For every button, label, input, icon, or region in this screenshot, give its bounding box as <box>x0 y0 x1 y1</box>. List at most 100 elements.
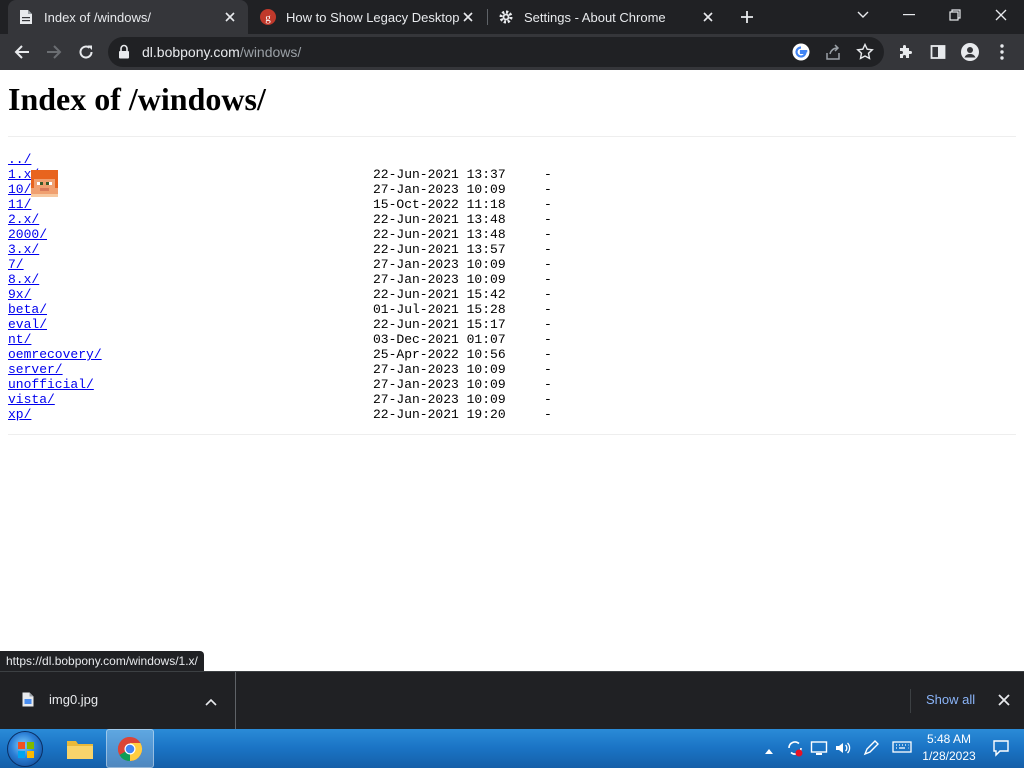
page-content: Index of /windows/ ../1.x/22-Jun-2021 13… <box>0 70 1024 671</box>
modified-date: 27-Jan-2023 10:09 <box>373 272 506 287</box>
share-icon[interactable] <box>824 43 842 66</box>
reload-icon[interactable] <box>72 38 100 66</box>
modified-date: 22-Jun-2021 13:37 <box>373 167 506 182</box>
modified-date: 03-Dec-2021 01:07 <box>373 332 506 347</box>
file-size: - <box>544 317 552 332</box>
url-host: dl.bobpony.com <box>142 44 240 60</box>
modified-date: 22-Jun-2021 13:48 <box>373 212 506 227</box>
modified-date: 27-Jan-2023 10:09 <box>373 362 506 377</box>
chrome-taskbar-button[interactable] <box>106 729 154 768</box>
windows-logo-icon <box>18 742 34 758</box>
tab-legacy-desktop-icons[interactable]: g How to Show Legacy Desktop Icons <box>250 0 486 34</box>
close-tab-icon[interactable] <box>460 9 476 25</box>
directory-link[interactable]: 7/ <box>8 257 24 272</box>
directory-link[interactable]: nt/ <box>8 332 31 347</box>
tab-search-chevron-icon[interactable] <box>840 0 886 30</box>
keyboard-icon[interactable] <box>892 739 912 760</box>
start-button[interactable] <box>7 731 43 767</box>
directory-link[interactable]: server/ <box>8 362 63 377</box>
extensions-puzzle-icon[interactable] <box>892 38 920 66</box>
tab-title: Index of /windows/ <box>44 9 151 25</box>
download-item[interactable]: img0.jpg <box>0 672 236 729</box>
directory-link[interactable]: unofficial/ <box>8 377 94 392</box>
shelf-separator <box>910 689 911 713</box>
modified-date: 22-Jun-2021 15:42 <box>373 287 506 302</box>
google-lens-icon[interactable] <box>792 43 810 66</box>
modified-date: 15-Oct-2022 11:18 <box>373 197 506 212</box>
browser-toolbar: dl.bobpony.com/windows/ <box>0 34 1024 70</box>
directory-link[interactable]: vista/ <box>8 392 55 407</box>
lock-icon[interactable] <box>118 44 130 64</box>
file-size: - <box>544 182 552 197</box>
volume-icon[interactable] <box>834 739 852 762</box>
download-shelf: img0.jpg Show all <box>0 671 1024 729</box>
chrome-icon <box>117 736 143 761</box>
image-file-icon <box>22 692 34 712</box>
taskbar-clock[interactable]: 5:48 AM 1/28/2023 <box>916 731 982 765</box>
file-size: - <box>544 257 552 272</box>
gear-icon <box>498 9 514 25</box>
page-icon <box>18 9 34 25</box>
show-hidden-icons-icon[interactable] <box>764 742 774 760</box>
notifications-icon[interactable] <box>992 739 1010 762</box>
directory-link[interactable]: 3.x/ <box>8 242 39 257</box>
url-text[interactable]: dl.bobpony.com/windows/ <box>142 44 301 60</box>
directory-link[interactable]: xp/ <box>8 407 31 422</box>
sync-icon[interactable] <box>786 739 804 762</box>
file-size: - <box>544 332 552 347</box>
show-all-downloads-link[interactable]: Show all <box>926 692 975 707</box>
minimize-icon[interactable] <box>886 0 932 30</box>
tab-title: Settings - About Chrome <box>524 9 666 25</box>
file-size: - <box>544 392 552 407</box>
svg-text:g: g <box>265 12 271 24</box>
clock-time: 5:48 AM <box>926 732 972 746</box>
back-arrow-icon[interactable] <box>8 38 36 66</box>
file-size: - <box>544 377 552 392</box>
directory-link[interactable]: 9x/ <box>8 287 31 302</box>
clock-date: 1/28/2023 <box>922 749 976 763</box>
chevron-up-icon[interactable] <box>205 693 217 711</box>
pen-icon[interactable] <box>862 739 880 762</box>
new-tab-button[interactable] <box>735 5 759 29</box>
directory-link[interactable]: 11/ <box>8 197 31 212</box>
directory-link[interactable]: oemrecovery/ <box>8 347 102 362</box>
bookmark-star-icon[interactable] <box>856 42 874 66</box>
file-size: - <box>544 362 552 377</box>
modified-date: 27-Jan-2023 10:09 <box>373 377 506 392</box>
close-shelf-icon[interactable] <box>998 693 1010 711</box>
forward-arrow-icon[interactable] <box>40 38 68 66</box>
side-panel-icon[interactable] <box>924 38 952 66</box>
directory-link[interactable]: beta/ <box>8 302 47 317</box>
close-window-icon[interactable] <box>978 0 1024 30</box>
file-size: - <box>544 242 552 257</box>
modified-date: 01-Jul-2021 15:28 <box>373 302 506 317</box>
modified-date: 27-Jan-2023 10:09 <box>373 392 506 407</box>
modified-date: 27-Jan-2023 10:09 <box>373 182 506 197</box>
windows-taskbar: 5:48 AM 1/28/2023 <box>0 729 1024 768</box>
modified-date: 22-Jun-2021 13:48 <box>373 227 506 242</box>
file-explorer-taskbar-button[interactable] <box>56 729 104 768</box>
file-size: - <box>544 227 552 242</box>
tab-index-of-windows[interactable]: Index of /windows/ <box>8 0 248 34</box>
close-tab-icon[interactable] <box>700 9 716 25</box>
directory-link[interactable]: 2000/ <box>8 227 47 242</box>
top-divider <box>8 136 1016 137</box>
action-center-flag-icon[interactable] <box>810 739 828 762</box>
tab-title: How to Show Legacy Desktop Icons <box>286 9 460 25</box>
address-bar[interactable]: dl.bobpony.com/windows/ <box>108 37 884 67</box>
tab-settings-about-chrome[interactable]: Settings - About Chrome <box>488 0 726 34</box>
close-tab-icon[interactable] <box>222 9 238 25</box>
parent-directory-link[interactable]: ../ <box>8 152 31 167</box>
modified-date: 25-Apr-2022 10:56 <box>373 347 506 362</box>
file-size: - <box>544 167 552 182</box>
groovypost-icon: g <box>260 9 276 25</box>
download-file-name: img0.jpg <box>49 692 99 707</box>
restore-icon[interactable] <box>932 0 978 30</box>
profile-avatar-icon[interactable] <box>956 38 984 66</box>
kebab-menu-icon[interactable] <box>988 38 1016 66</box>
directory-link[interactable]: 8.x/ <box>8 272 39 287</box>
directory-link[interactable]: 2.x/ <box>8 212 39 227</box>
file-size: - <box>544 197 552 212</box>
directory-link[interactable]: eval/ <box>8 317 47 332</box>
directory-link[interactable]: 10/ <box>8 182 31 197</box>
